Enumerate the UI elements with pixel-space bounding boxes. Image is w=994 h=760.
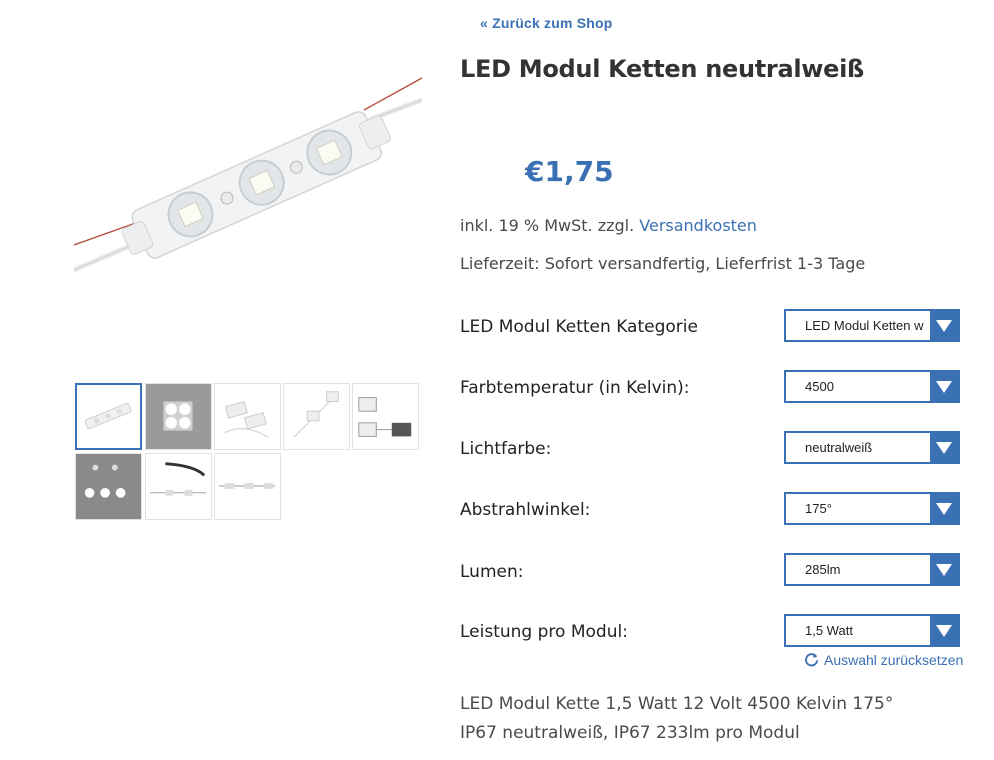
thumbnail-6[interactable] xyxy=(75,453,142,520)
label-category: LED Modul Ketten Kategorie xyxy=(460,317,698,337)
chevron-down-icon xyxy=(930,433,958,462)
select-lumen-value: 285lm xyxy=(805,562,841,577)
thumbnail-1[interactable] xyxy=(75,383,142,450)
thumbnail-2[interactable] xyxy=(145,383,212,450)
label-color-temperature: Farbtemperatur (in Kelvin): xyxy=(460,378,690,398)
label-lumen: Lumen: xyxy=(460,562,524,582)
main-product-image[interactable] xyxy=(73,60,423,300)
select-lumen[interactable]: 285lm xyxy=(784,553,960,586)
reset-selection-label: Auswahl zurücksetzen xyxy=(824,652,964,668)
select-power[interactable]: 1,5 Watt xyxy=(784,614,960,647)
chevron-down-icon xyxy=(930,372,958,401)
chevron-down-icon xyxy=(930,616,958,645)
select-category[interactable]: LED Modul Ketten w xyxy=(784,309,960,342)
tax-info: inkl. 19 % MwSt. zzgl. Versandkosten xyxy=(460,216,757,235)
shipping-costs-link[interactable]: Versandkosten xyxy=(639,216,757,235)
select-beam-angle[interactable]: 175° xyxy=(784,492,960,525)
chevron-down-icon xyxy=(930,311,958,340)
select-beam-angle-value: 175° xyxy=(805,501,832,516)
thumbnail-8[interactable] xyxy=(214,453,281,520)
chevron-down-icon xyxy=(930,555,958,584)
refresh-icon xyxy=(804,652,820,670)
product-short-description: LED Modul Kette 1,5 Watt 12 Volt 4500 Ke… xyxy=(460,694,894,743)
product-price: €1,75 xyxy=(525,155,614,188)
chevron-down-icon xyxy=(930,494,958,523)
label-light-color: Lichtfarbe: xyxy=(460,439,552,459)
delivery-time: Lieferzeit: Sofort versandfertig, Liefer… xyxy=(460,254,866,273)
select-category-value: LED Modul Ketten w xyxy=(805,318,924,333)
back-to-shop-link[interactable]: « Zurück zum Shop xyxy=(480,15,613,31)
select-light-color-value: neutralweiß xyxy=(805,440,873,455)
label-beam-angle: Abstrahlwinkel: xyxy=(460,500,591,520)
thumbnail-3[interactable] xyxy=(214,383,281,450)
select-color-temperature-value: 4500 xyxy=(805,379,834,394)
thumbnail-4[interactable] xyxy=(283,383,350,450)
reset-selection-link[interactable]: Auswahl zurücksetzen xyxy=(804,652,963,670)
tax-text: inkl. 19 % MwSt. zzgl. xyxy=(460,216,640,235)
select-light-color[interactable]: neutralweiß xyxy=(784,431,960,464)
thumbnail-5[interactable] xyxy=(352,383,419,450)
label-power: Leistung pro Modul: xyxy=(460,622,628,642)
thumbnail-7[interactable] xyxy=(145,453,212,520)
select-power-value: 1,5 Watt xyxy=(805,623,853,638)
product-title: LED Modul Ketten neutralweiß xyxy=(460,55,865,83)
select-color-temperature[interactable]: 4500 xyxy=(784,370,960,403)
